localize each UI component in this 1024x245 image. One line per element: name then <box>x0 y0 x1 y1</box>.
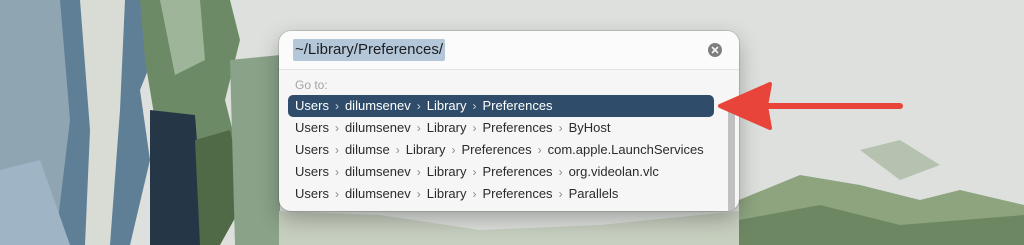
chevron-right-icon: › <box>334 165 339 179</box>
path-segment: dilumsenev <box>344 98 411 113</box>
path-segment: dilumsenev <box>344 186 411 201</box>
path-segment: dilumsenev <box>344 120 411 135</box>
chevron-right-icon: › <box>334 121 339 135</box>
suggestion-item[interactable]: Users › dilumsenev › Library › Preferences › org… <box>288 161 714 183</box>
suggestion-item[interactable]: Users › dilumse › Library › Preferences › com.ap… <box>288 139 714 161</box>
chevron-right-icon: › <box>416 165 421 179</box>
path-input[interactable]: ~/Library/Preferences/ <box>293 39 445 61</box>
chevron-right-icon: › <box>416 187 421 201</box>
path-segment: Preferences <box>482 120 553 135</box>
scrollbar-thumb[interactable] <box>728 101 735 211</box>
chevron-right-icon: › <box>558 165 563 179</box>
path-segment: Preferences <box>482 164 553 179</box>
chevron-right-icon: › <box>416 99 421 113</box>
path-segment: Preferences <box>482 186 553 201</box>
go-to-label: Go to: <box>295 78 328 92</box>
chevron-right-icon: › <box>451 143 456 157</box>
path-segment: Library <box>426 164 467 179</box>
path-segment: ByHost <box>568 120 611 135</box>
path-segment: Library <box>426 120 467 135</box>
chevron-right-icon: › <box>472 187 477 201</box>
chevron-right-icon: › <box>334 187 339 201</box>
path-segment: Parallels <box>568 186 619 201</box>
suggestion-list: Users › dilumsenev › Library › Preferences User… <box>288 95 714 205</box>
path-segment: Users <box>295 164 329 179</box>
chevron-right-icon: › <box>472 121 477 135</box>
go-to-folder-dialog: ~/Library/Preferences/ Go to: Users › dilu… <box>279 31 739 211</box>
path-segment: dilumsenev <box>344 164 411 179</box>
chevron-right-icon: › <box>416 121 421 135</box>
chevron-right-icon: › <box>472 165 477 179</box>
path-segment: Users <box>295 120 329 135</box>
scrollbar[interactable] <box>724 69 739 211</box>
chevron-right-icon: › <box>395 143 400 157</box>
chevron-right-icon: › <box>537 143 542 157</box>
chevron-right-icon: › <box>334 143 339 157</box>
path-segment: com.apple.LaunchServices <box>547 142 704 157</box>
path-segment: Library <box>426 186 467 201</box>
path-segment: Users <box>295 98 329 113</box>
path-segment: Library <box>426 98 467 113</box>
suggestion-item[interactable]: Users › dilumsenev › Library › Preferences › Par… <box>288 183 714 205</box>
suggestion-item[interactable]: Users › dilumsenev › Library › Preferences › ByH… <box>288 117 714 139</box>
clear-circle-x-icon[interactable] <box>708 43 722 57</box>
path-segment: Library <box>405 142 446 157</box>
path-segment: org.videolan.vlc <box>568 164 659 179</box>
chevron-right-icon: › <box>472 99 477 113</box>
path-segment: Preferences <box>461 142 532 157</box>
path-segment: Users <box>295 142 329 157</box>
suggestion-item[interactable]: Users › dilumsenev › Library › Preferences <box>288 95 714 117</box>
chevron-right-icon: › <box>558 121 563 135</box>
path-segment: Preferences <box>482 98 553 113</box>
path-segment: Users <box>295 186 329 201</box>
chevron-right-icon: › <box>558 187 563 201</box>
chevron-right-icon: › <box>334 99 339 113</box>
path-segment: dilumse <box>344 142 390 157</box>
path-input-row: ~/Library/Preferences/ <box>279 31 739 70</box>
